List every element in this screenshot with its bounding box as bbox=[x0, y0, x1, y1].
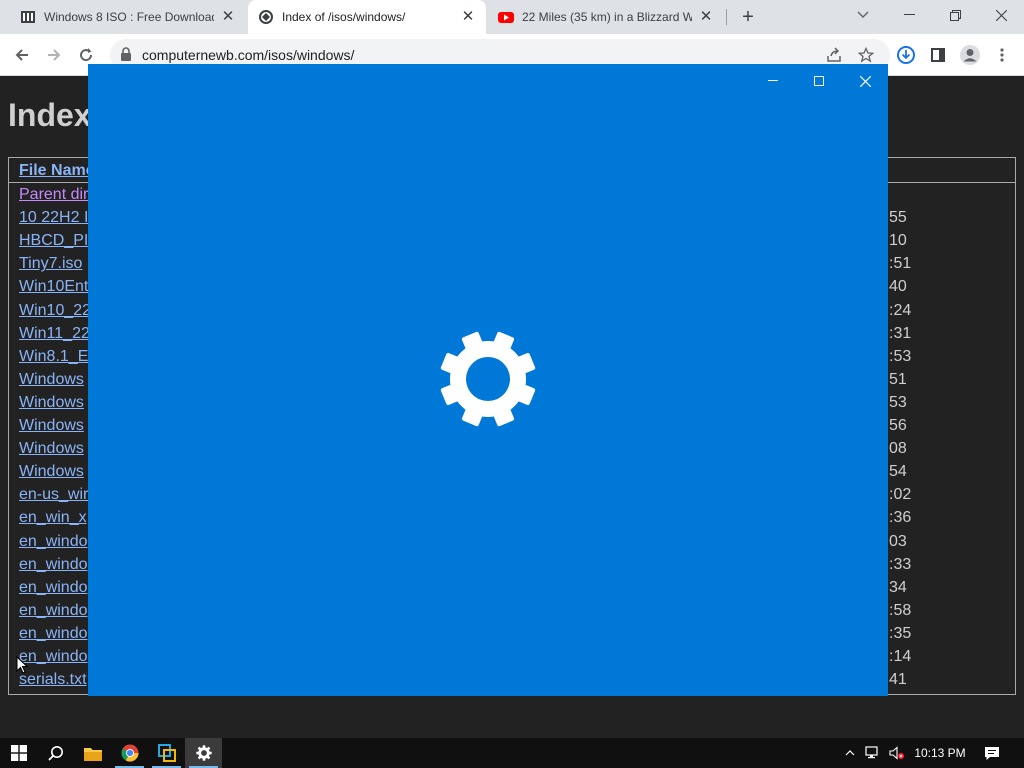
archive-icon bbox=[20, 9, 36, 25]
url-text[interactable]: computernewb.com/isos/windows/ bbox=[142, 47, 354, 63]
file-link[interactable]: en_windo bbox=[19, 533, 88, 553]
column-header-file-name[interactable]: File Name bbox=[19, 162, 95, 180]
file-link[interactable]: Windows bbox=[19, 440, 84, 460]
forward-button[interactable] bbox=[42, 43, 66, 67]
file-modified-time: :35 bbox=[889, 624, 912, 642]
tab-index[interactable]: Index of /isos/windows/ ✕ bbox=[248, 0, 486, 34]
file-link[interactable]: serials.txt bbox=[19, 671, 87, 691]
download-icon[interactable] bbox=[894, 43, 918, 67]
file-modified-time: :14 bbox=[889, 648, 912, 665]
file-modified-time: :31 bbox=[889, 324, 912, 342]
file-link[interactable]: en_windo bbox=[19, 648, 88, 668]
splash-maximize-button[interactable] bbox=[796, 68, 842, 94]
menu-icon[interactable] bbox=[990, 43, 1014, 67]
clock[interactable]: 10:13 PM bbox=[908, 738, 972, 768]
show-hidden-icons-icon[interactable] bbox=[840, 738, 860, 768]
file-link[interactable]: 10 22H2 I bbox=[19, 209, 88, 229]
close-icon[interactable]: ✕ bbox=[698, 9, 714, 25]
file-modified-time: 08 bbox=[889, 440, 907, 458]
taskbar: 10:13 PM bbox=[0, 738, 1024, 768]
file-link[interactable]: HBCD_PI bbox=[19, 232, 88, 252]
youtube-icon bbox=[498, 9, 514, 25]
file-modified-time: :36 bbox=[889, 509, 912, 527]
file-modified-time: 34 bbox=[889, 578, 907, 596]
file-modified-time: 41 bbox=[889, 671, 907, 689]
tab-title: 22 Miles (35 km) in a Blizzard Wi bbox=[522, 10, 692, 24]
restore-button[interactable] bbox=[932, 0, 978, 30]
file-link[interactable]: en_windo bbox=[19, 579, 88, 599]
tab-youtube[interactable]: 22 Miles (35 km) in a Blizzard Wi ✕ bbox=[488, 0, 724, 34]
chrome-icon[interactable] bbox=[111, 738, 148, 768]
file-modified-time: :51 bbox=[889, 255, 912, 273]
lock-icon[interactable] bbox=[120, 47, 134, 63]
file-link[interactable]: en_win_x bbox=[19, 509, 87, 529]
file-modified-time: :58 bbox=[889, 601, 912, 619]
file-link[interactable]: Win10Ent bbox=[19, 278, 88, 298]
file-link[interactable]: Win8.1_E bbox=[19, 348, 88, 368]
tab-archive[interactable]: Windows 8 ISO : Free Download, ✕ bbox=[10, 0, 246, 34]
file-link[interactable]: Windows bbox=[19, 417, 84, 437]
gear-icon bbox=[440, 331, 536, 427]
network-icon[interactable] bbox=[862, 738, 884, 768]
file-modified-time: 03 bbox=[889, 532, 907, 550]
file-explorer-icon[interactable] bbox=[74, 738, 111, 768]
file-link[interactable]: Windows bbox=[19, 394, 84, 414]
file-modified-time: 40 bbox=[889, 278, 907, 296]
close-icon[interactable]: ✕ bbox=[460, 9, 476, 25]
action-center-icon[interactable] bbox=[978, 738, 1006, 768]
file-link[interactable]: en_windo bbox=[19, 556, 88, 576]
file-link[interactable]: Windows bbox=[19, 371, 84, 391]
start-icon[interactable] bbox=[0, 738, 37, 768]
splash-minimize-button[interactable] bbox=[750, 68, 796, 94]
file-modified-time: :53 bbox=[889, 347, 912, 365]
side-panel-icon[interactable] bbox=[926, 43, 950, 67]
tab-search-icon[interactable] bbox=[840, 0, 886, 30]
file-link[interactable]: en_windo bbox=[19, 625, 88, 645]
search-icon[interactable] bbox=[37, 738, 74, 768]
settings-splash-window bbox=[88, 64, 888, 696]
file-modified-time: 53 bbox=[889, 393, 907, 411]
file-modified-time: :24 bbox=[889, 301, 912, 319]
new-tab-button[interactable]: + bbox=[737, 6, 759, 28]
file-modified-time: :33 bbox=[889, 555, 912, 573]
tab-title: Index of /isos/windows/ bbox=[282, 10, 406, 24]
file-link[interactable]: Windows bbox=[19, 463, 84, 483]
file-link[interactable]: Win11_22 bbox=[19, 325, 90, 345]
file-modified-time: 55 bbox=[889, 209, 907, 227]
file-link[interactable]: Win10_22 bbox=[19, 302, 91, 322]
mouse-cursor-icon bbox=[16, 656, 28, 674]
close-icon[interactable]: ✕ bbox=[220, 9, 236, 25]
file-modified-time: 54 bbox=[889, 463, 907, 481]
tab-title: Windows 8 ISO : Free Download, bbox=[44, 10, 214, 24]
file-link[interactable]: Parent dir bbox=[19, 186, 88, 206]
profile-avatar-icon[interactable] bbox=[958, 43, 982, 67]
page-heading: Index bbox=[8, 97, 92, 133]
back-button[interactable] bbox=[10, 43, 34, 67]
site-icon bbox=[258, 9, 274, 25]
file-modified-time: :02 bbox=[889, 486, 912, 504]
settings-icon[interactable] bbox=[185, 738, 222, 768]
file-modified-time: 10 bbox=[889, 232, 907, 250]
splash-close-button[interactable] bbox=[842, 68, 888, 94]
minimize-button[interactable] bbox=[886, 0, 932, 30]
tab-separator bbox=[726, 9, 727, 25]
file-link[interactable]: en-us_wir bbox=[19, 486, 88, 506]
volume-muted-icon[interactable] bbox=[886, 738, 908, 768]
tab-strip: Windows 8 ISO : Free Download, ✕ Index o… bbox=[0, 0, 1024, 34]
file-modified-time: 51 bbox=[889, 370, 907, 388]
file-link[interactable]: Tiny7.iso bbox=[19, 255, 82, 275]
file-modified-time: 56 bbox=[889, 417, 907, 434]
file-link[interactable]: en_windo bbox=[19, 602, 88, 622]
close-window-button[interactable] bbox=[978, 0, 1024, 30]
vm-icon[interactable] bbox=[148, 738, 185, 768]
